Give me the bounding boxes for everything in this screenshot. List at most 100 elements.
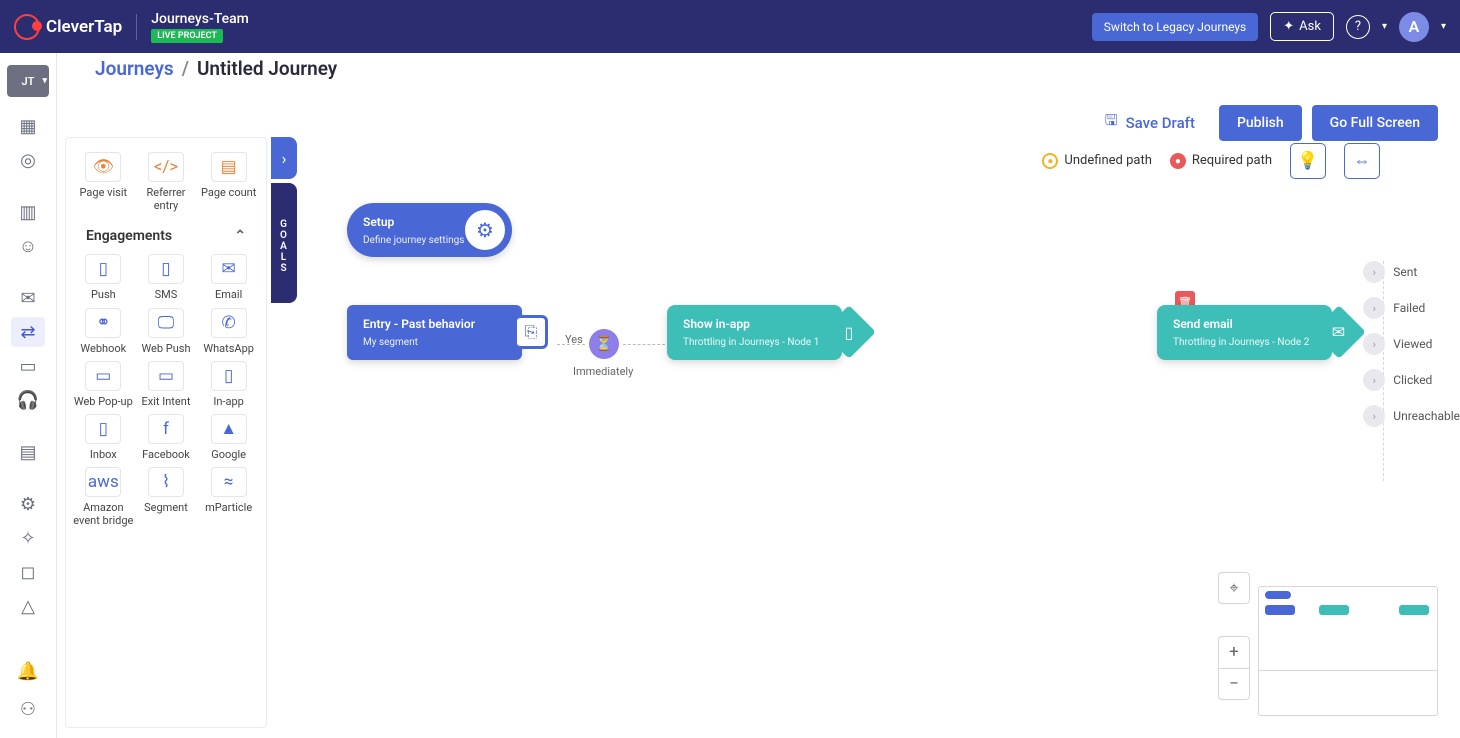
google-icon: ▲ [211,414,247,444]
palette-amazon-event-bridge[interactable]: awsAmazon event bridge [72,467,134,527]
node-inapp-sub: Throttling in Journeys - Node 1 [683,337,826,348]
top-bar: CleverTap Journeys-Team LIVE PROJECT Swi… [0,0,1460,53]
facebook-icon: f [148,414,184,444]
outcome-sent[interactable]: ›Sent [1363,261,1460,283]
nav-users-icon[interactable]: ☺ [11,231,45,261]
nav-target-icon[interactable]: ◎ [11,145,45,175]
node-show-inapp[interactable]: Show in-app Throttling in Journeys - Nod… [667,305,842,360]
nav-boards-icon[interactable]: ▦ [11,111,45,141]
palette-whatsapp[interactable]: ✆WhatsApp [198,308,260,355]
node-inapp-title: Show in-app [683,317,826,331]
lightbulb-button[interactable]: 💡 [1290,143,1326,179]
switch-legacy-button[interactable]: Switch to Legacy Journeys [1092,13,1258,41]
palette-mparticle[interactable]: ≈mParticle [198,467,260,527]
logo-text: CleverTap [46,17,122,37]
outcome-failed[interactable]: ›Failed [1363,297,1460,319]
breadcrumb-current: Untitled Journey [197,57,337,80]
ask-button[interactable]: ✦Ask [1270,12,1334,41]
code-icon: </> [148,152,184,182]
phone-icon: ▯ [85,254,121,284]
publish-button[interactable]: Publish [1219,105,1302,141]
palette-web-push[interactable]: 🖵Web Push [135,308,197,355]
node-email-title: Send email [1173,317,1316,331]
palette-segment[interactable]: ⌇Segment [135,467,197,527]
path-legend: ●Undefined path ●Required path 💡 ⇔ [1042,143,1380,179]
nav-settings-icon[interactable]: ⚙ [11,489,45,519]
recenter-button[interactable]: ⌖ [1218,572,1250,604]
chevron-right-icon: › [1363,333,1385,355]
nav-card-icon[interactable]: ▤ [11,437,45,467]
nav-bookmark-icon[interactable]: ◻ [11,557,45,587]
aws-icon: aws [85,467,121,497]
palette-web-popup[interactable]: ▭Web Pop-up [72,361,134,408]
palette-in-app[interactable]: ▯In-app [198,361,260,408]
project-switcher[interactable]: JT▾ [7,65,49,97]
node-entry[interactable]: Entry - Past behavior My segment ⎘ [347,305,522,360]
timer-node[interactable]: ⏳ [589,329,619,359]
nav-org-icon[interactable]: ⚇ [11,694,45,724]
palette-page-visit[interactable]: 👁Page visit [72,152,134,212]
left-nav-rail: JT▾ ▦ ◎ ▥ ☺ ✉ ⇄ ▭ 🎧 ▤ ⚙ ✧ ◻ △ 🔔 ⚇ [0,53,57,738]
sparkle-icon: ✦ [1283,19,1294,34]
node-setup[interactable]: Setup Define journey settings ⚙ [347,203,512,257]
inbox-icon: ▯ [85,414,121,444]
undefined-dot-icon: ● [1042,153,1058,169]
whatsapp-icon: ✆ [211,308,247,338]
outcomes-list: ›Sent ›Failed ›Viewed ›Clicked ›Unreacha… [1363,261,1460,427]
layout-button[interactable]: ⇔ [1344,143,1380,179]
webhook-icon: ⚭ [85,308,121,338]
palette-push[interactable]: ▯Push [72,254,134,301]
device-icon: ▯ [822,305,876,359]
sms-icon: ▯ [148,254,184,284]
goals-tab[interactable]: GOALS [271,183,297,303]
outcome-viewed[interactable]: ›Viewed [1363,333,1460,355]
avatar-dropdown-icon[interactable]: ▾ [1441,21,1446,32]
palette-page-count[interactable]: ▤Page count [198,152,260,212]
minimap[interactable] [1258,586,1438,716]
node-send-email[interactable]: Send email Throttling in Journeys - Node… [1157,305,1332,360]
chevron-right-icon: › [1363,261,1385,283]
connector [623,344,665,345]
breadcrumb-root[interactable]: Journeys [95,57,174,80]
palette-facebook[interactable]: fFacebook [135,414,197,461]
fullscreen-button[interactable]: Go Full Screen [1312,105,1438,141]
journey-canvas[interactable]: ●Undefined path ●Required path 💡 ⇔ Setup… [297,137,1460,738]
zoom-in-button[interactable]: + [1219,637,1249,669]
help-dropdown-icon[interactable]: ▾ [1382,21,1387,32]
mail-icon: ✉ [1312,305,1366,359]
nav-chat-icon[interactable]: ✉ [11,283,45,313]
nav-calendar-icon[interactable]: ▭ [11,351,45,381]
zoom-controls: + − [1218,636,1250,700]
nav-analytics-icon[interactable]: ▥ [11,197,45,227]
legend-undefined: ●Undefined path [1042,153,1151,170]
help-icon[interactable]: ? [1346,15,1370,39]
mail-icon: ✉ [211,254,247,284]
avatar[interactable]: A [1399,12,1429,42]
palette-referrer-entry[interactable]: </>Referrer entry [135,152,197,212]
logo[interactable]: CleverTap [14,14,137,40]
segment-icon: ⌇ [148,467,184,497]
chevron-right-icon: › [1363,405,1385,427]
project-block: Journeys-Team LIVE PROJECT [151,11,249,43]
palette-google[interactable]: ▲Google [198,414,260,461]
action-row: 🖫Save Draft Publish Go Full Screen [57,80,1460,143]
outcome-unreachable[interactable]: ›Unreachable [1363,405,1460,427]
palette-exit-intent[interactable]: ▭Exit Intent [135,361,197,408]
zoom-out-button[interactable]: − [1219,669,1249,700]
mparticle-icon: ≈ [211,467,247,497]
nav-bell-icon[interactable]: 🔔 [11,656,45,686]
palette-sms[interactable]: ▯SMS [135,254,197,301]
outcome-clicked[interactable]: ›Clicked [1363,369,1460,391]
nav-spark-icon[interactable]: ✧ [11,523,45,553]
palette-email[interactable]: ✉Email [198,254,260,301]
popup-icon: ▭ [85,361,121,391]
palette-collapse-button[interactable]: › [271,137,297,179]
list-icon: ▤ [211,152,247,182]
nav-headset-icon[interactable]: 🎧 [11,385,45,415]
nav-journeys-icon[interactable]: ⇄ [11,317,45,347]
legend-required: ●Required path [1170,153,1272,170]
palette-section-header[interactable]: Engagements ⌃ [72,218,260,254]
palette-webhook[interactable]: ⚭Webhook [72,308,134,355]
nav-alert-icon[interactable]: △ [11,591,45,621]
palette-inbox[interactable]: ▯Inbox [72,414,134,461]
